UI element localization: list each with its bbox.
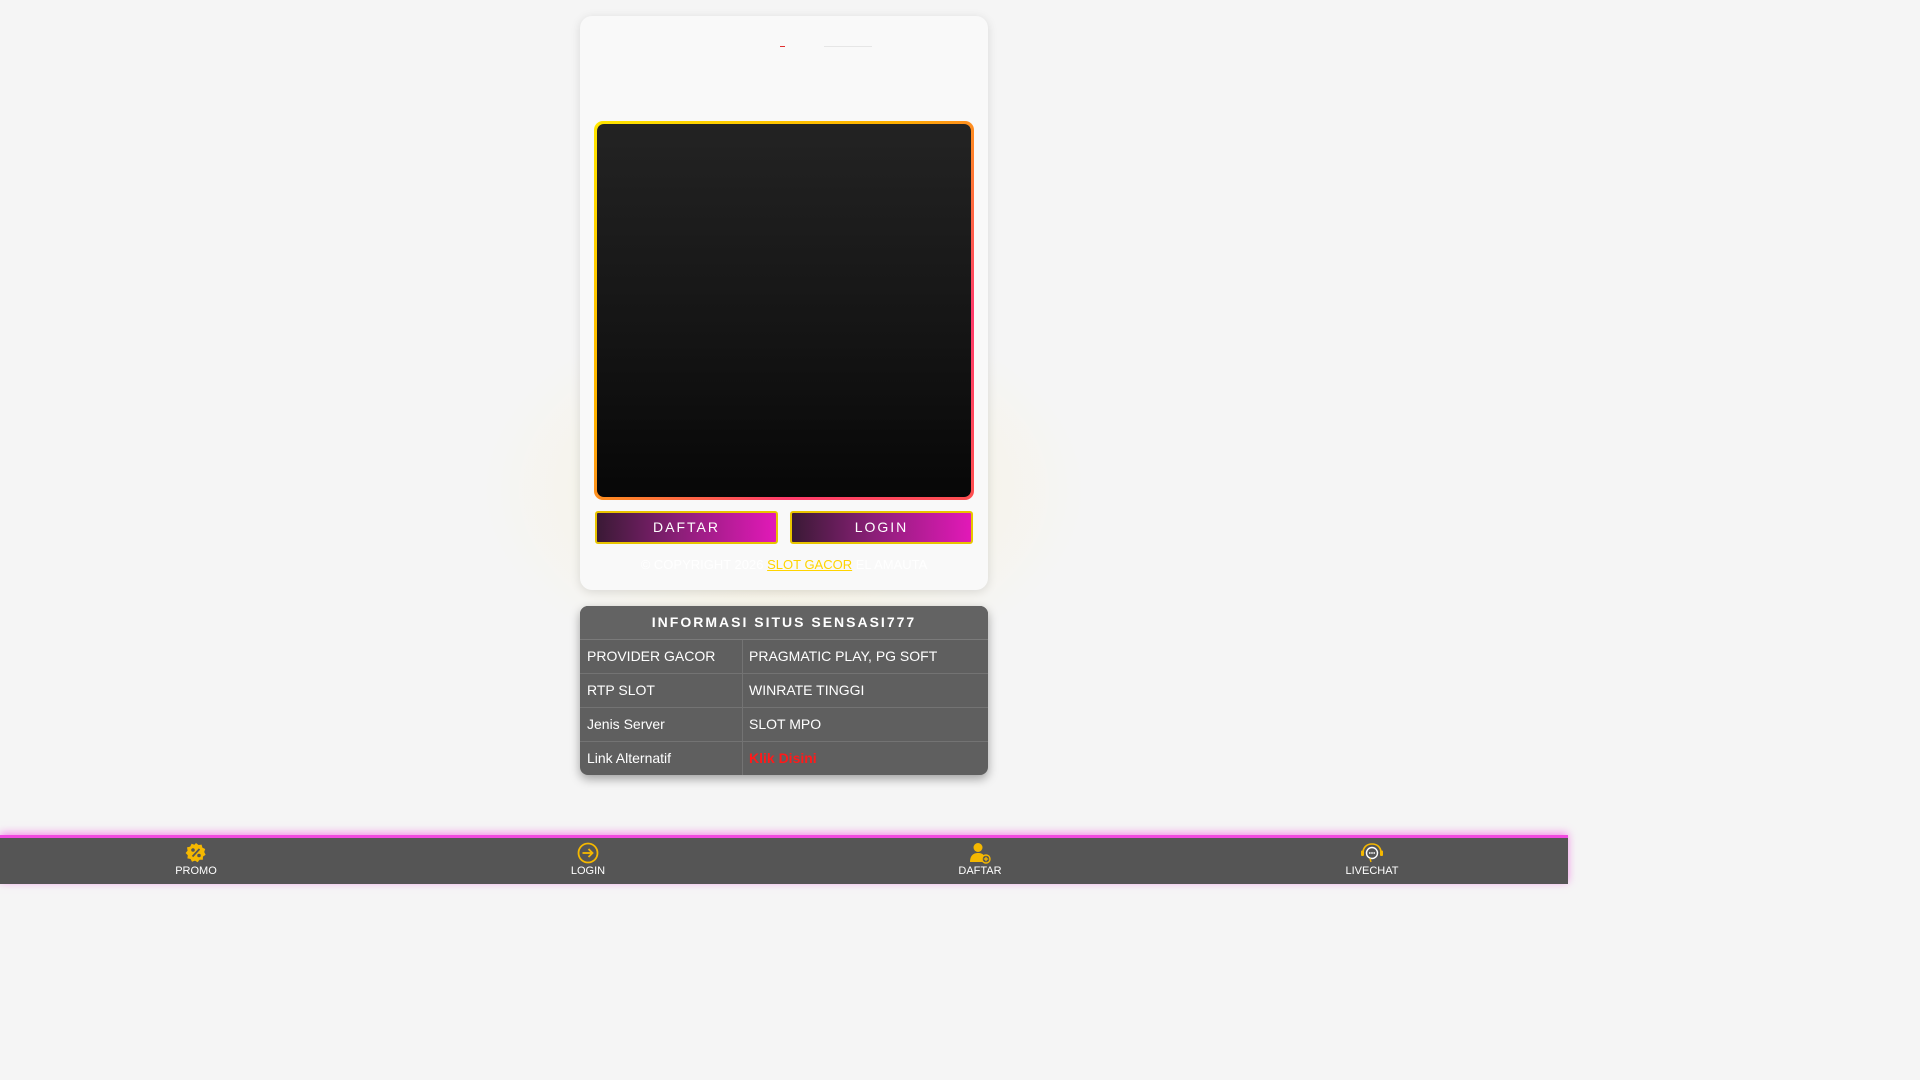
table-row: RTP SLOT WINRATE TINGGI <box>580 674 988 708</box>
nav-promo-label: PROMO <box>175 865 217 877</box>
copyright-link[interactable]: SLOT GACOR <box>767 557 852 572</box>
logo-red-mark <box>780 46 785 47</box>
alternative-link[interactable]: Klik Disini <box>743 742 988 775</box>
table-row-value: PRAGMATIC PLAY, PG SOFT <box>749 648 938 664</box>
info-table-title: INFORMASI SITUS SENSASI777 <box>580 606 988 640</box>
site-logo[interactable] <box>780 46 872 48</box>
table-row: Link Alternatif Klik Disini <box>580 742 988 775</box>
table-row: PROVIDER GACOR PRAGMATIC PLAY, PG SOFT <box>580 640 988 674</box>
nav-login[interactable]: LOGIN <box>528 842 648 877</box>
promo-icon <box>185 843 206 863</box>
copyright-text: © COPYRIGHT 2026 SLOT GACOR EL AMAUTA <box>580 556 988 574</box>
daftar-icon <box>970 843 991 864</box>
table-row-value: SLOT MPO <box>749 716 822 732</box>
daftar-button[interactable]: DAFTAR <box>595 511 778 544</box>
nav-login-label: LOGIN <box>570 865 606 877</box>
table-row-key: Jenis Server <box>580 708 743 741</box>
logo-line-mark <box>824 46 872 47</box>
livechat-icon <box>1361 843 1383 863</box>
nav-livechat-label: LIVECHAT <box>1345 865 1399 877</box>
login-button[interactable]: LOGIN <box>790 511 973 544</box>
nav-daftar[interactable]: DAFTAR <box>920 842 1040 877</box>
login-icon <box>577 842 599 864</box>
copyright-prefix: © COPYRIGHT 2026 <box>640 557 764 572</box>
info-table: INFORMASI SITUS SENSASI777 PROVIDER GACO… <box>580 606 988 775</box>
banner-frame <box>594 121 974 500</box>
table-row-key: PROVIDER GACOR <box>580 640 743 673</box>
bottom-nav-bar: PROMO LOGIN DAFTAR LIVECHAT <box>0 835 1568 884</box>
nav-livechat[interactable]: LIVECHAT <box>1312 842 1432 877</box>
copyright-suffix: EL AMAUTA <box>855 557 928 572</box>
table-row: Jenis Server SLOT MPO <box>580 708 988 742</box>
table-row-key: Link Alternatif <box>580 742 743 775</box>
nav-promo[interactable]: PROMO <box>136 842 256 877</box>
table-row-value: WINRATE TINGGI <box>749 682 865 698</box>
nav-daftar-label: DAFTAR <box>958 865 1002 877</box>
table-row-key: RTP SLOT <box>580 674 743 707</box>
page: DAFTAR LOGIN © COPYRIGHT 2026 SLOT GACOR… <box>0 0 1568 884</box>
banner-image[interactable] <box>597 124 971 497</box>
